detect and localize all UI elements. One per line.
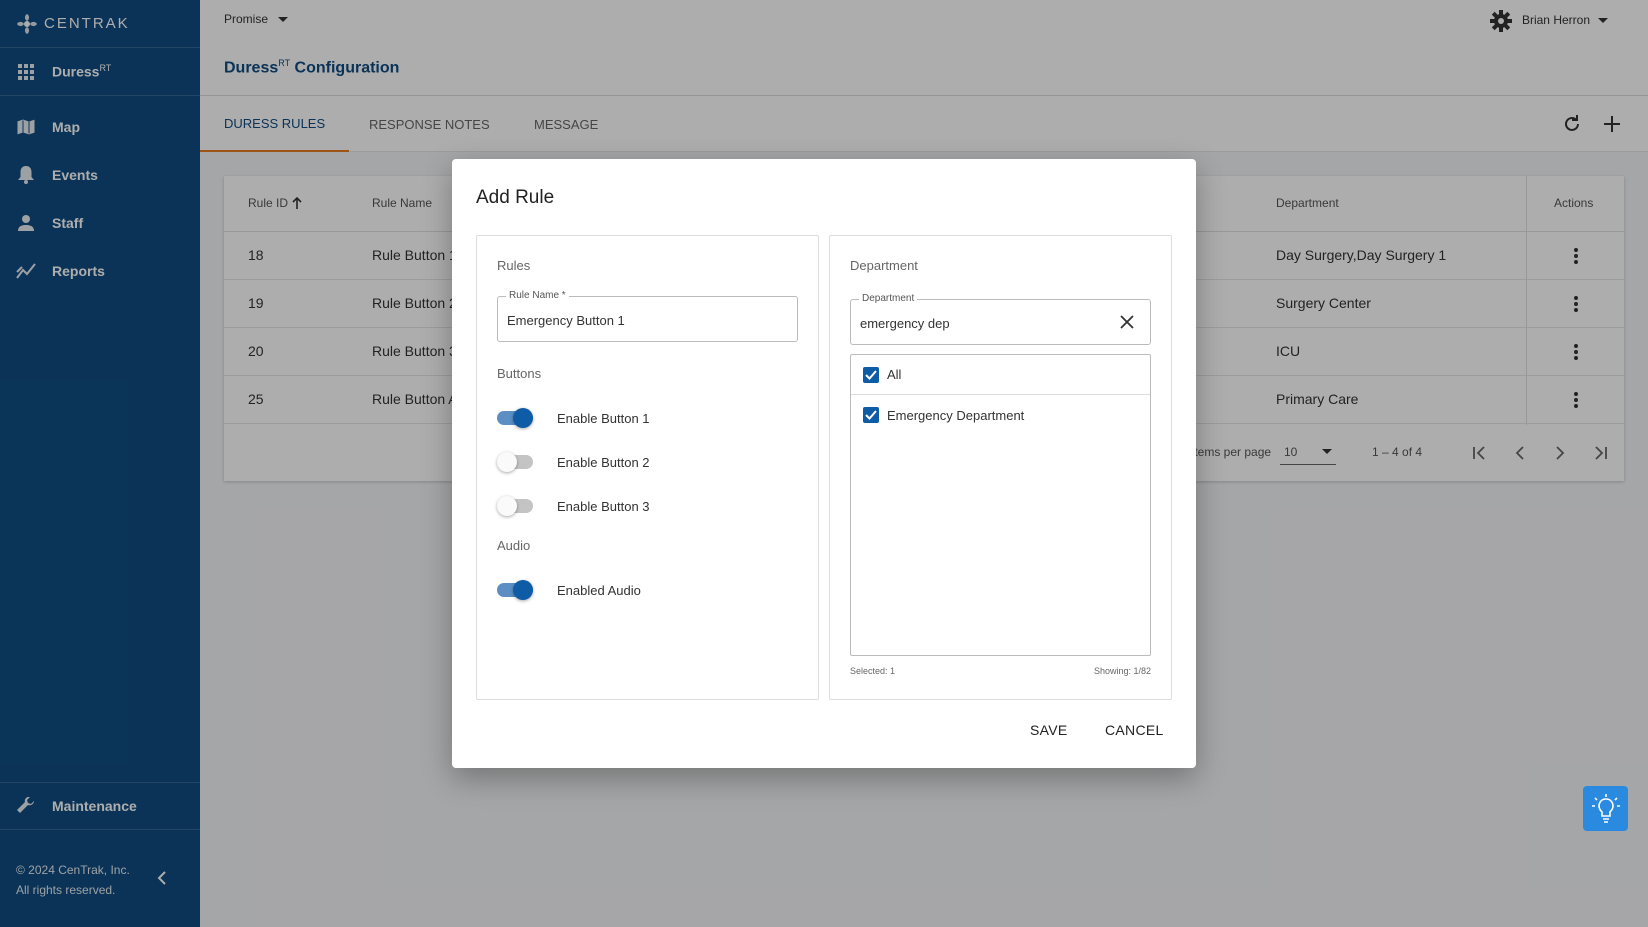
enable-button-1-toggle-row[interactable]: Enable Button 1	[497, 406, 650, 430]
toggle-label: Enable Button 1	[557, 410, 650, 426]
audio-section-label: Audio	[497, 538, 531, 553]
department-options-list: All Emergency Department	[850, 354, 1151, 656]
selected-count: Selected: 1	[850, 666, 896, 676]
buttons-section-label: Buttons	[497, 366, 542, 381]
checkbox-checked-icon[interactable]	[863, 407, 879, 423]
option-label: Emergency Department	[887, 407, 1025, 423]
option-all[interactable]: All	[851, 355, 1150, 395]
option-label: All	[887, 367, 902, 382]
department-section-label: Department	[850, 258, 918, 273]
dialog-title: Add Rule	[476, 187, 555, 208]
rules-section-label: Rules	[497, 258, 531, 273]
help-button[interactable]	[1583, 786, 1628, 831]
rule-name-input[interactable]: Emergency Button 1	[507, 313, 625, 328]
enable-button-3-toggle-row[interactable]: Enable Button 3	[497, 494, 650, 518]
option-emergency-department[interactable]: Emergency Department	[851, 395, 1150, 435]
showing-count: Showing: 1/82	[1093, 666, 1151, 676]
department-field-label: Department	[859, 293, 918, 304]
enable-button-3-toggle[interactable]	[497, 496, 533, 516]
cancel-button[interactable]: CANCEL	[1105, 722, 1164, 738]
rules-panel: Rules Rule Name * Emergency Button 1 But…	[476, 235, 819, 700]
lightbulb-icon	[1591, 793, 1620, 823]
enable-button-2-toggle[interactable]	[497, 452, 533, 472]
enabled-audio-toggle-row[interactable]: Enabled Audio	[497, 578, 641, 602]
add-rule-dialog: Add Rule Rules Rule Name * Emergency But…	[452, 159, 1196, 768]
enable-button-1-toggle[interactable]	[497, 408, 533, 428]
department-search-input[interactable]: emergency dep	[860, 316, 950, 331]
department-panel: Department Department emergency dep All …	[829, 235, 1172, 700]
enable-button-2-toggle-row[interactable]: Enable Button 2	[497, 450, 650, 474]
save-button[interactable]: SAVE	[1030, 722, 1068, 738]
toggle-label: Enabled Audio	[557, 582, 641, 598]
toggle-label: Enable Button 3	[557, 498, 650, 514]
checkbox-checked-icon[interactable]	[863, 366, 879, 383]
toggle-label: Enable Button 2	[557, 454, 650, 470]
rule-name-field[interactable]: Rule Name * Emergency Button 1	[497, 290, 798, 342]
enabled-audio-toggle[interactable]	[497, 580, 533, 600]
close-icon[interactable]	[1118, 313, 1136, 331]
department-search-field[interactable]: Department emergency dep	[850, 293, 1151, 345]
rule-name-label: Rule Name *	[506, 290, 569, 301]
